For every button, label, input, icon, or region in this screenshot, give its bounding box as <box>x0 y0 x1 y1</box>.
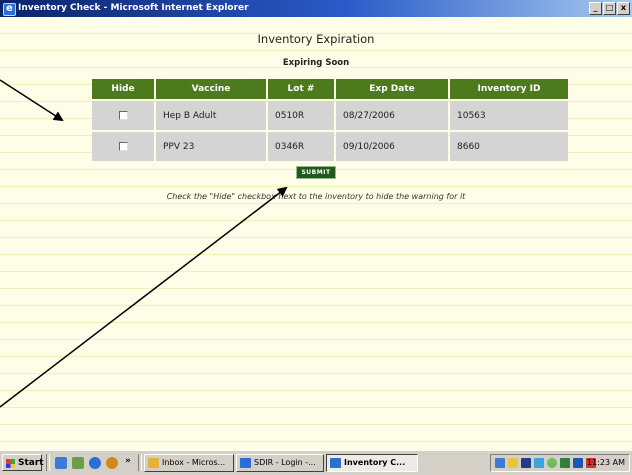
maximize-button[interactable]: □ <box>603 2 616 15</box>
tray-volume-icon[interactable] <box>508 458 518 468</box>
page-title: Inventory Expiration <box>257 32 375 46</box>
inventory-table: Hide Vaccine Lot # Exp Date Inventory ID… <box>90 77 570 163</box>
submit-button[interactable]: SUBMIT <box>296 166 336 179</box>
vaccine-cell: Hep B Adult <box>156 101 266 130</box>
taskbar: Start » Inbox - Micros... SDIR - Login -… <box>0 450 632 475</box>
inventory-id-cell: 8660 <box>450 132 568 161</box>
taskbar-item-sdir[interactable]: SDIR - Login -... <box>236 454 324 472</box>
column-header-exp-date: Exp Date <box>336 79 448 99</box>
taskbar-separator <box>138 454 142 471</box>
outlook-icon <box>148 458 159 468</box>
tray-network-icon[interactable] <box>495 458 505 468</box>
lot-cell: 0510R <box>268 101 334 130</box>
taskbar-item-inventory[interactable]: Inventory C... <box>326 454 418 472</box>
column-header-lot: Lot # <box>268 79 334 99</box>
quicklaunch-ie-icon[interactable] <box>89 457 101 469</box>
inventory-id-cell: 10563 <box>450 101 568 130</box>
task-label: SDIR - Login -... <box>254 458 316 467</box>
start-button[interactable]: Start <box>2 454 44 471</box>
quicklaunch-outlook-icon[interactable] <box>55 457 67 469</box>
more-quicklaunch-chevron-icon[interactable]: » <box>125 456 131 466</box>
window-title: Inventory Check - Microsoft Internet Exp… <box>18 3 249 13</box>
column-header-vaccine: Vaccine <box>156 79 266 99</box>
tray-security-icon[interactable] <box>560 458 570 468</box>
ie-icon <box>330 458 341 468</box>
quicklaunch-app-icon[interactable] <box>106 457 118 469</box>
task-label: Inventory C... <box>344 458 406 467</box>
column-header-inventory-id: Inventory ID <box>450 79 568 99</box>
tray-status-icon[interactable] <box>547 458 557 468</box>
page-subtitle: Expiring Soon <box>282 58 350 68</box>
table-header-row: Hide Vaccine Lot # Exp Date Inventory ID <box>92 79 568 99</box>
window-title-bar[interactable]: Inventory Check - Microsoft Internet Exp… <box>0 0 632 17</box>
instruction-note: Check the "Hide" checkbox next to the in… <box>166 192 466 201</box>
taskbar-item-inbox[interactable]: Inbox - Micros... <box>144 454 234 472</box>
column-header-hide: Hide <box>92 79 154 99</box>
taskbar-clock[interactable]: 11:23 AM <box>587 455 625 471</box>
ie-icon <box>3 0 16 17</box>
task-label: Inbox - Micros... <box>162 458 226 467</box>
minimize-button[interactable]: _ <box>589 2 602 15</box>
hide-checkbox[interactable] <box>118 110 128 120</box>
hide-checkbox[interactable] <box>118 141 128 151</box>
start-label: Start <box>18 458 44 468</box>
hide-cell <box>92 132 154 161</box>
tray-monitor-icon[interactable] <box>534 458 544 468</box>
table-row: PPV 23 0346R 09/10/2006 8660 <box>92 132 568 161</box>
vaccine-cell: PPV 23 <box>156 132 266 161</box>
lot-cell: 0346R <box>268 132 334 161</box>
quicklaunch-desktop-icon[interactable] <box>72 457 84 469</box>
hide-cell <box>92 101 154 130</box>
windows-logo-icon <box>6 459 15 468</box>
taskbar-separator <box>46 454 50 471</box>
close-button[interactable]: x <box>617 2 630 15</box>
exp-date-cell: 08/27/2006 <box>336 101 448 130</box>
exp-date-cell: 09/10/2006 <box>336 132 448 161</box>
table-row: Hep B Adult 0510R 08/27/2006 10563 <box>92 101 568 130</box>
system-tray: 11:23 AM <box>490 454 630 472</box>
tray-app-icon[interactable] <box>521 458 531 468</box>
browser-content: Inventory Expiration Expiring Soon Hide … <box>0 17 632 450</box>
ie-icon <box>240 458 251 468</box>
tray-language-icon[interactable] <box>573 458 583 468</box>
